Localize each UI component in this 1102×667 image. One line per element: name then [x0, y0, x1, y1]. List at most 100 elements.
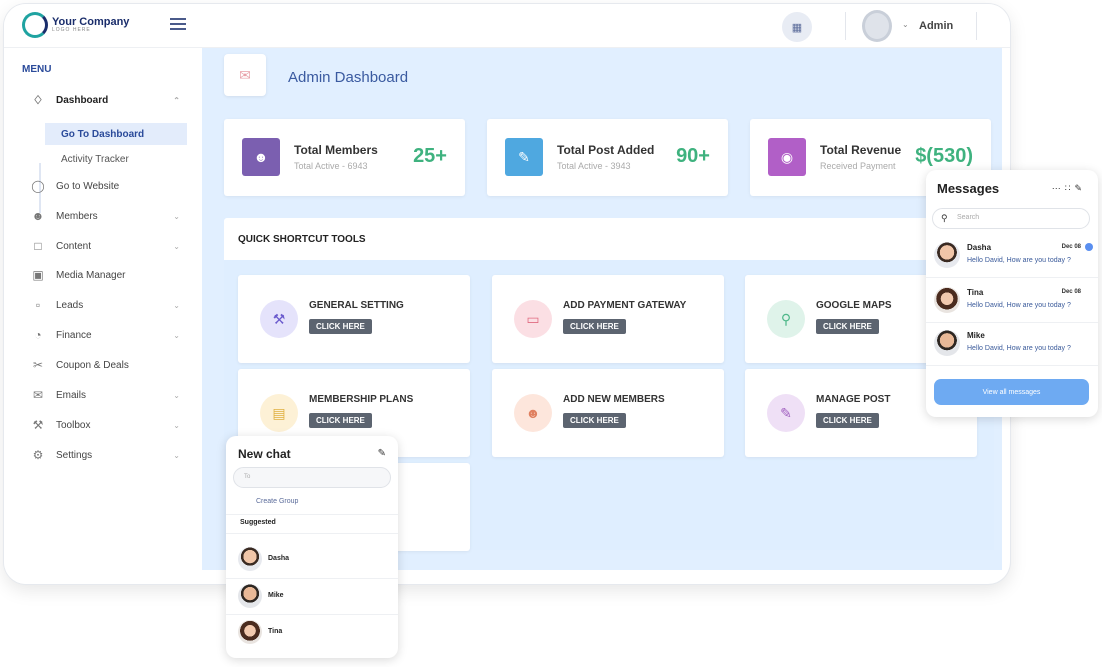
mail-icon: ✉	[32, 388, 44, 402]
contact-name: Dasha	[268, 555, 290, 562]
tool-add-new-members[interactable]: ☻ ADD NEW MEMBERS CLICK HERE	[492, 369, 724, 457]
tool-general-setting[interactable]: ⚒ GENERAL SETTING CLICK HERE	[238, 275, 470, 363]
add-user-icon: ☻	[514, 394, 552, 432]
sidebar-item-label: Media Manager	[56, 269, 126, 281]
sidebar-item-coupon-deals[interactable]: ✂ Coupon & Deals	[30, 354, 190, 376]
tool-add-payment-gateway[interactable]: ▭ ADD PAYMENT GATEWAY CLICK HERE	[492, 275, 724, 363]
user-avatar[interactable]	[862, 10, 892, 42]
tool-name: GENERAL SETTING	[309, 300, 404, 311]
message-preview: Hello David, How are you today ?	[967, 345, 1071, 352]
message-date: Dec 08	[1061, 244, 1081, 250]
stat-title: Total Post Added	[557, 143, 655, 157]
logo-tagline: LOGO HERE	[52, 27, 91, 33]
tools-header: QUICK SHORTCUT TOOLS	[224, 218, 994, 260]
divider	[976, 12, 977, 40]
sidebar: MENU ♢ Dashboard ⌃ Go To Dashboard Activ…	[4, 48, 202, 584]
tools-icon: ⚒	[32, 418, 44, 432]
click-here-button[interactable]: CLICK HERE	[816, 319, 879, 334]
chevron-down-icon: ⌄	[173, 211, 180, 221]
divider	[226, 514, 398, 515]
users-icon: ☻	[242, 138, 280, 176]
sidebar-item-finance[interactable]: ◔ Finance ⌄	[30, 324, 190, 346]
divider	[226, 533, 398, 534]
to-input[interactable]: To	[233, 467, 391, 488]
divider	[845, 12, 846, 40]
message-date: Dec 08	[1061, 289, 1081, 295]
money-icon: ◉	[768, 138, 806, 176]
sidebar-subitem-go-to-dashboard[interactable]: Go To Dashboard	[45, 123, 187, 145]
view-all-messages-button[interactable]: View all messages	[934, 379, 1089, 405]
message-item[interactable]: Tina Dec 08 Hello David, How are you tod…	[926, 280, 1098, 323]
avatar	[238, 620, 262, 644]
sidebar-item-content[interactable]: □ Content ⌄	[30, 235, 190, 257]
gear-icon: ⚙	[32, 448, 44, 462]
avatar	[934, 242, 960, 268]
new-chat-panel: New chat ✎ To Create Group Suggested Das…	[226, 436, 398, 658]
chevron-down-icon: ⌄	[173, 241, 180, 251]
chevron-down-icon[interactable]: ⌄	[902, 20, 909, 29]
message-item[interactable]: Dasha Dec 08 Hello David, How are you to…	[926, 235, 1098, 278]
chevron-down-icon: ⌄	[173, 390, 180, 400]
hamburger-menu-icon[interactable]	[170, 18, 186, 30]
stat-title: Total Revenue	[820, 143, 902, 157]
folder-icon: ▫	[35, 298, 41, 312]
stat-value: 90+	[676, 145, 710, 167]
chart-icon: ◔	[34, 328, 42, 342]
stat-value: 25+	[413, 145, 447, 167]
contact-item[interactable]: Tina	[226, 614, 398, 650]
sidebar-item-label: Emails	[56, 389, 87, 401]
contact-item[interactable]: Mike	[226, 578, 398, 614]
tool-name: MANAGE POST	[816, 394, 891, 405]
sidebar-item-label: Finance	[56, 329, 92, 341]
ticket-icon: ✂	[32, 358, 44, 372]
sidebar-item-settings[interactable]: ⚙ Settings ⌄	[30, 444, 190, 466]
click-here-button[interactable]: CLICK HERE	[309, 319, 372, 334]
message-sender: Tina	[967, 288, 984, 297]
messages-search-input[interactable]: ⚲ Search	[932, 208, 1090, 229]
stat-title: Total Members	[294, 143, 378, 157]
file-icon: □	[34, 239, 42, 253]
apps-grid-icon[interactable]: ▦	[782, 12, 812, 42]
sidebar-item-label: Content	[56, 240, 92, 252]
create-group-link[interactable]: Create Group	[256, 498, 298, 505]
tool-name: ADD NEW MEMBERS	[563, 394, 665, 405]
stat-subtitle: Received Payment	[820, 161, 896, 171]
click-here-button[interactable]: CLICK HERE	[563, 319, 626, 334]
unread-badge	[1085, 243, 1093, 251]
messages-toolbar[interactable]: ⋯∷✎	[1052, 183, 1086, 194]
user-name[interactable]: Admin	[919, 20, 953, 32]
sidebar-item-go-to-website[interactable]: ◯ Go to Website	[30, 175, 190, 197]
chevron-down-icon: ⌄	[173, 420, 180, 430]
click-here-button[interactable]: CLICK HERE	[309, 413, 372, 428]
sidebar-item-members[interactable]: ☻ Members ⌄	[30, 205, 190, 227]
logo-icon	[22, 12, 48, 38]
sidebar-item-dashboard[interactable]: ♢ Dashboard ⌃	[30, 89, 190, 111]
sidebar-item-label: Coupon & Deals	[56, 359, 129, 371]
click-here-button[interactable]: CLICK HERE	[563, 413, 626, 428]
avatar	[238, 584, 262, 608]
message-preview: Hello David, How are you today ?	[967, 302, 1071, 309]
stat-card-posts[interactable]: ✎ Total Post Added Total Active - 3943 9…	[487, 119, 728, 196]
edit-icon: ✎	[505, 138, 543, 176]
contact-item[interactable]: Dasha	[226, 541, 398, 577]
stat-card-members[interactable]: ☻ Total Members Total Active - 6943 25+	[224, 119, 465, 196]
top-bar: Your Company LOGO HERE ▦ ⌄ Admin	[4, 4, 1010, 48]
tool-name: MEMBERSHIP PLANS	[309, 394, 414, 405]
sidebar-item-label: Go to Website	[56, 180, 120, 192]
sidebar-item-emails[interactable]: ✉ Emails ⌄	[30, 384, 190, 406]
edit-icon: ✎	[767, 394, 805, 432]
sidebar-item-leads[interactable]: ▫ Leads ⌄	[30, 294, 190, 316]
image-icon: ▣	[32, 268, 44, 282]
users-icon: ☻	[31, 209, 45, 223]
compose-icon[interactable]: ✎	[378, 448, 386, 459]
company-logo[interactable]: Your Company LOGO HERE	[22, 12, 129, 38]
chevron-down-icon: ⌄	[173, 300, 180, 310]
sidebar-item-label: Leads	[56, 299, 84, 311]
sidebar-item-toolbox[interactable]: ⚒ Toolbox ⌄	[30, 414, 190, 436]
message-preview: Hello David, How are you today ?	[967, 257, 1071, 264]
click-here-button[interactable]: CLICK HERE	[816, 413, 879, 428]
sidebar-item-media-manager[interactable]: ▣ Media Manager	[30, 264, 190, 286]
message-item[interactable]: Mike Hello David, How are you today ?	[926, 323, 1098, 366]
sidebar-subitem-activity-tracker[interactable]: Activity Tracker	[45, 148, 187, 170]
search-placeholder: Search	[957, 214, 980, 221]
